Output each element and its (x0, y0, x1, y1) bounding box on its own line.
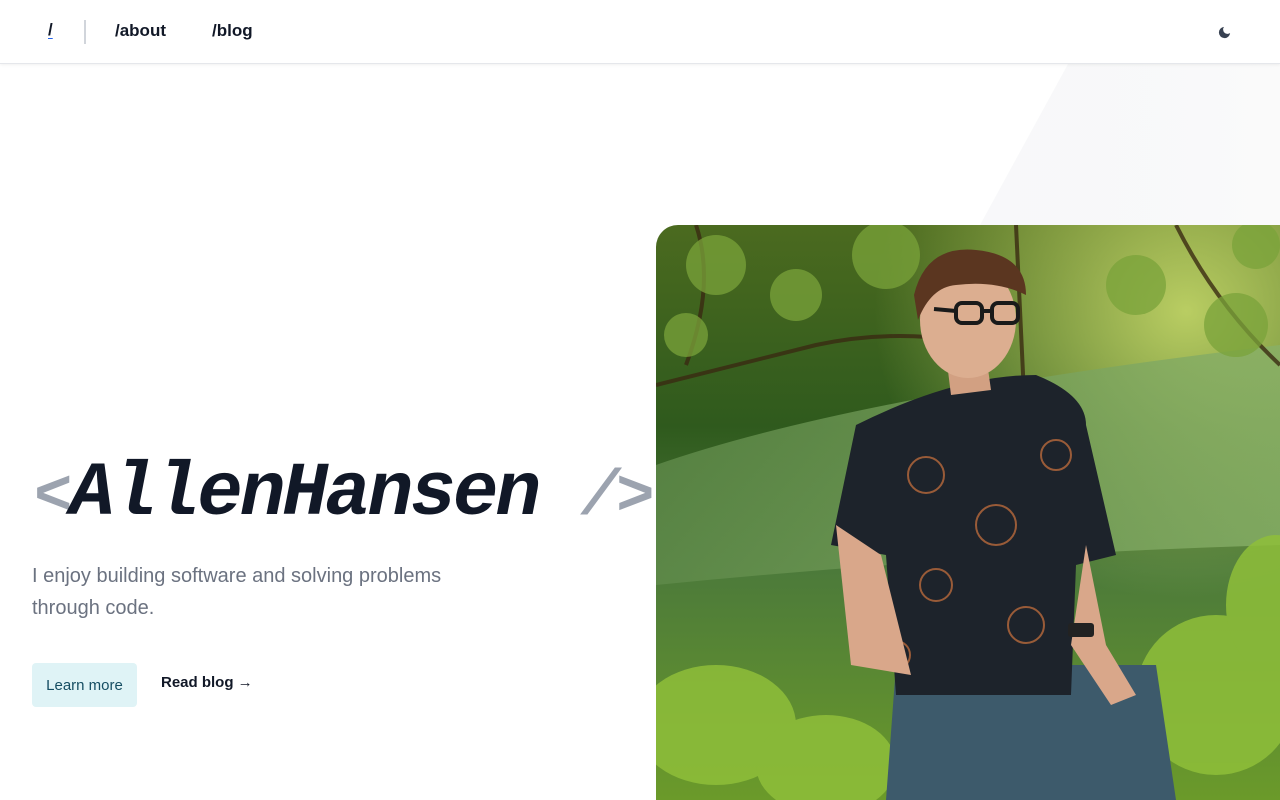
hero-tagline: I enjoy building software and solving pr… (32, 565, 442, 619)
learn-more-button[interactable]: Learn more (32, 663, 137, 707)
moon-icon (1218, 26, 1230, 38)
top-navbar: / /about /blog (0, 0, 1280, 64)
open-bracket: < (34, 462, 72, 534)
nav-blog-link[interactable]: /blog (212, 21, 253, 41)
hero-name-heading: <AllenHansen /> (34, 451, 655, 540)
close-bracket: /> (580, 462, 655, 534)
read-blog-link[interactable]: Read blog → (161, 674, 253, 691)
nav-divider (84, 20, 86, 44)
theme-toggle-button[interactable] (1212, 20, 1236, 44)
hero-name: AllenHansen (69, 451, 541, 537)
nav-about-link[interactable]: /about (115, 21, 166, 41)
portrait-photo (656, 225, 1280, 800)
nav-home-link[interactable]: / (48, 20, 53, 40)
